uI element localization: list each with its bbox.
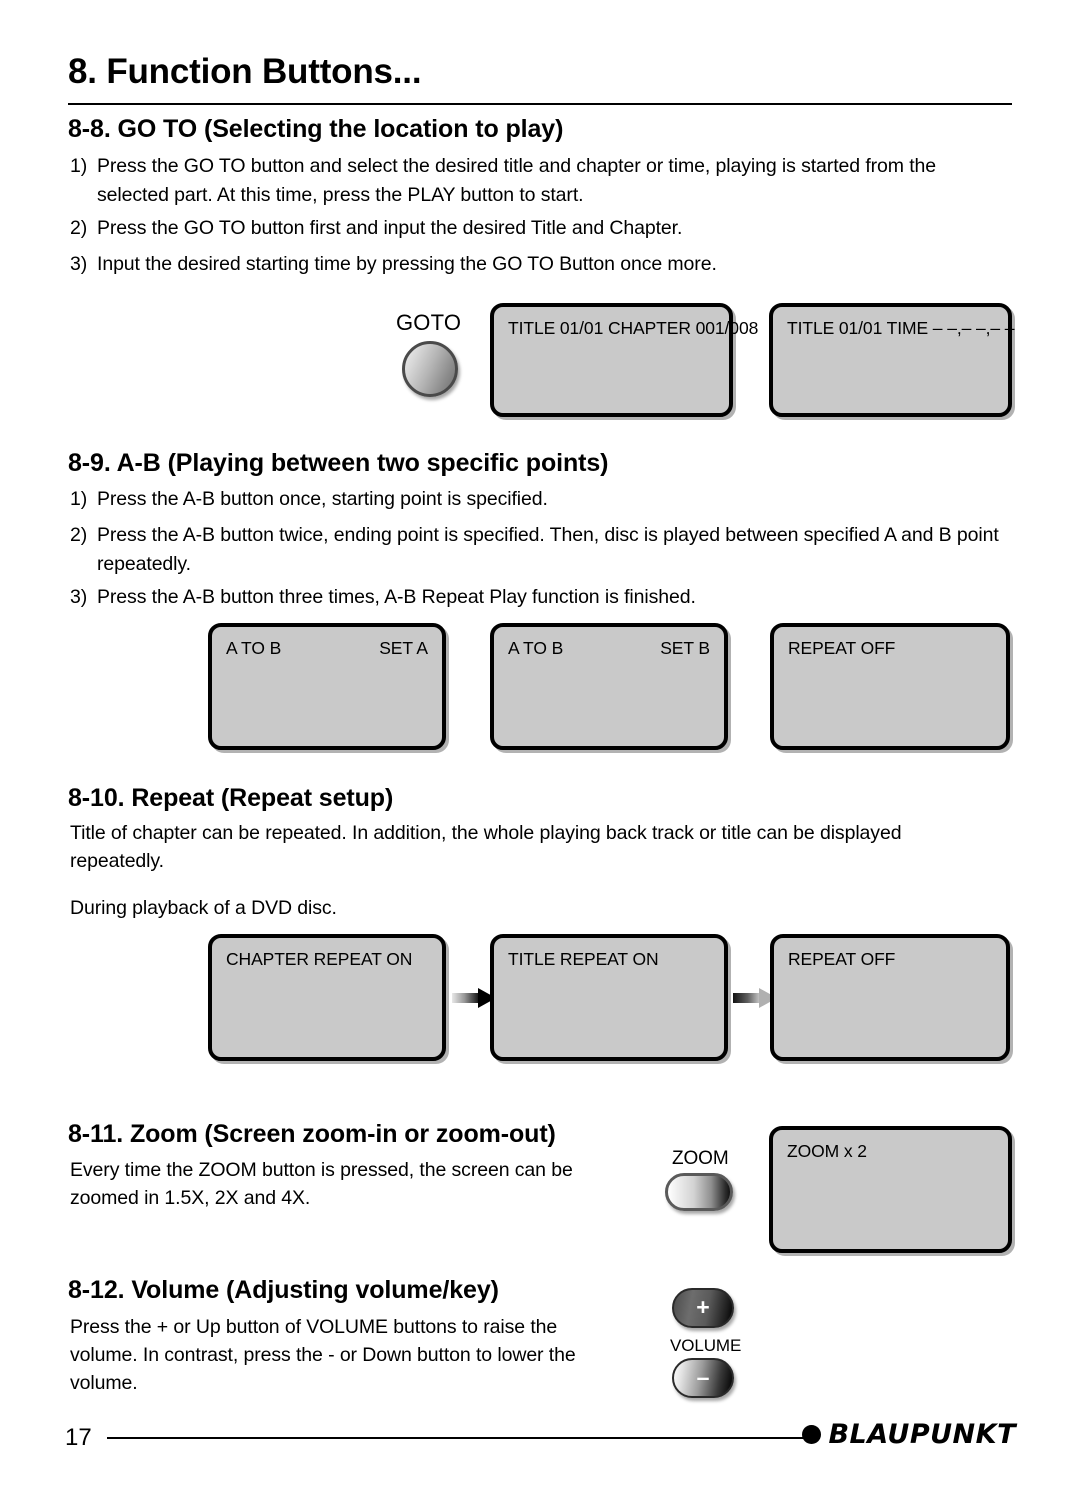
step-text: Press the GO TO button and select the de… (97, 155, 937, 206)
display-panel-set-b: A TO B SET B (490, 623, 728, 750)
panel-line-right: SET A (379, 638, 428, 658)
goto-step-3: 3) Input the desired starting time by pr… (70, 250, 995, 279)
section-heading-volume: 8-12. Volume (Adjusting volume/key) (68, 1276, 499, 1304)
step-text: Press the A-B button three times, A-B Re… (97, 586, 696, 608)
volume-up-button[interactable]: + (672, 1288, 734, 1328)
display-panel-title-repeat-on: TITLE REPEAT ON (490, 934, 728, 1061)
goto-button-label: GOTO (396, 310, 462, 335)
step-number: 1) (70, 155, 88, 177)
ab-step-2: 2) Press the A-B button twice, ending po… (70, 521, 1010, 579)
zoom-button-label: ZOOM (672, 1148, 729, 1169)
zoom-paragraph-1: Every time the ZOOM button is pressed, t… (70, 1159, 573, 1209)
goto-button-group[interactable]: GOTO (396, 310, 476, 405)
section-heading-zoom: 8-11. Zoom (Screen zoom-in or zoom-out) (68, 1120, 556, 1148)
volume-label: VOLUME (670, 1336, 742, 1355)
step-number: 2) (70, 524, 88, 546)
panel-line-right: SET B (660, 638, 710, 658)
panel-line-left: ZOOM x 2 (787, 1141, 867, 1161)
volume-paragraph-1: Press the + or Up button of VOLUME butto… (70, 1316, 576, 1394)
panel-line-left: REPEAT OFF (788, 638, 896, 658)
panel-line-left: A TO B (508, 638, 564, 658)
display-panel-repeat-off: REPEAT OFF (770, 934, 1010, 1061)
ab-step-1: 1) Press the A-B button once, starting p… (70, 485, 1010, 514)
footer-divider (107, 1437, 820, 1439)
volume-down-button[interactable]: – (672, 1358, 734, 1398)
panel-line-left: CHAPTER REPEAT ON (226, 949, 413, 969)
brand-name: BLAUPUNKT (828, 1419, 1016, 1450)
brand-dot-icon (802, 1425, 822, 1444)
repeat-paragraph-1: Title of chapter can be repeated. In add… (70, 822, 902, 872)
panel-line-left: A TO B (226, 638, 282, 658)
page-title: 8. Function Buttons... (68, 52, 422, 91)
goto-step-1: 1) Press the GO TO button and select the… (70, 152, 995, 210)
round-button-icon[interactable] (402, 341, 458, 397)
display-panel-ab-repeat-off: REPEAT OFF (770, 623, 1010, 750)
display-panel-chapter-repeat-on: CHAPTER REPEAT ON (208, 934, 446, 1061)
goto-step-2: 2) Press the GO TO button first and inpu… (70, 214, 995, 243)
step-number: 2) (70, 217, 88, 239)
panel-line-left: TITLE REPEAT ON (508, 949, 659, 969)
repeat-paragraph-2: During playback of a DVD disc. (70, 897, 337, 919)
display-panel-goto-time: TITLE 01/01 TIME – –,– –,– – (769, 303, 1015, 417)
page-number: 17 (65, 1424, 92, 1451)
manual-page: 8. Function Buttons... 8-8. GO TO (Selec… (0, 0, 1080, 1511)
panel-line-left: REPEAT OFF (788, 949, 896, 969)
step-text: Press the A-B button once, starting poin… (97, 488, 548, 510)
step-number: 3) (70, 586, 88, 608)
display-panel-zoom: ZOOM x 2 (769, 1126, 1012, 1253)
step-text: Input the desired starting time by press… (97, 253, 717, 275)
section-heading-repeat: 8-10. Repeat (Repeat setup) (68, 784, 394, 812)
display-panel-set-a: A TO B SET A (208, 623, 446, 750)
panel-line-left: TITLE 01/01 TIME – –,– –,– – (787, 318, 1015, 338)
step-text: Press the GO TO button first and input t… (97, 217, 683, 239)
pill-button-icon[interactable] (665, 1173, 733, 1211)
section-heading-goto: 8-8. GO TO (Selecting the location to pl… (68, 115, 564, 143)
title-divider (68, 103, 1012, 105)
section-heading-ab: 8-9. A-B (Playing between two specific p… (68, 449, 609, 477)
ab-step-3: 3) Press the A-B button three times, A-B… (70, 583, 1010, 612)
step-number: 1) (70, 488, 88, 510)
display-panel-goto-chapter: TITLE 01/01 CHAPTER 001/008 (490, 303, 758, 417)
step-number: 3) (70, 253, 88, 275)
panel-line-left: TITLE 01/01 CHAPTER 001/008 (508, 318, 759, 338)
brand-logo: BLAUPUNKT (802, 1419, 1016, 1450)
step-text: Press the A-B button twice, ending point… (97, 524, 999, 575)
